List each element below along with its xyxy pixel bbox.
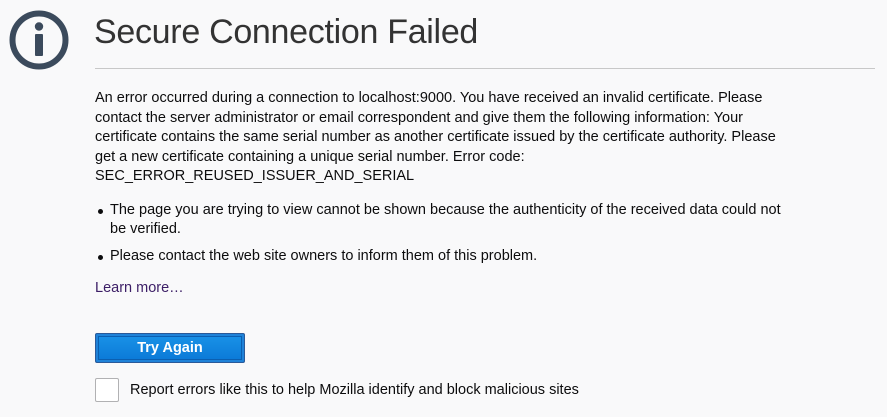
report-errors-label[interactable]: Report errors like this to help Mozilla … — [130, 381, 579, 400]
error-bullet-item: The page you are trying to view cannot b… — [98, 201, 875, 240]
try-again-button[interactable]: Try Again — [95, 333, 245, 363]
report-errors-checkbox[interactable] — [95, 378, 119, 402]
error-content: An error occurred during a connection to… — [95, 89, 875, 273]
learn-more-link[interactable]: Learn more… — [95, 279, 184, 298]
info-icon — [9, 10, 69, 70]
page-title: Secure Connection Failed — [94, 13, 479, 51]
error-bullet-list: The page you are trying to view cannot b… — [95, 201, 875, 267]
error-description: An error occurred during a connection to… — [95, 90, 776, 184]
error-bullet-item: Please contact the web site owners to in… — [98, 247, 875, 267]
report-errors-row: Report errors like this to help Mozilla … — [95, 377, 579, 403]
error-page: Secure Connection Failed An error occurr… — [0, 0, 887, 417]
title-divider — [95, 68, 875, 69]
